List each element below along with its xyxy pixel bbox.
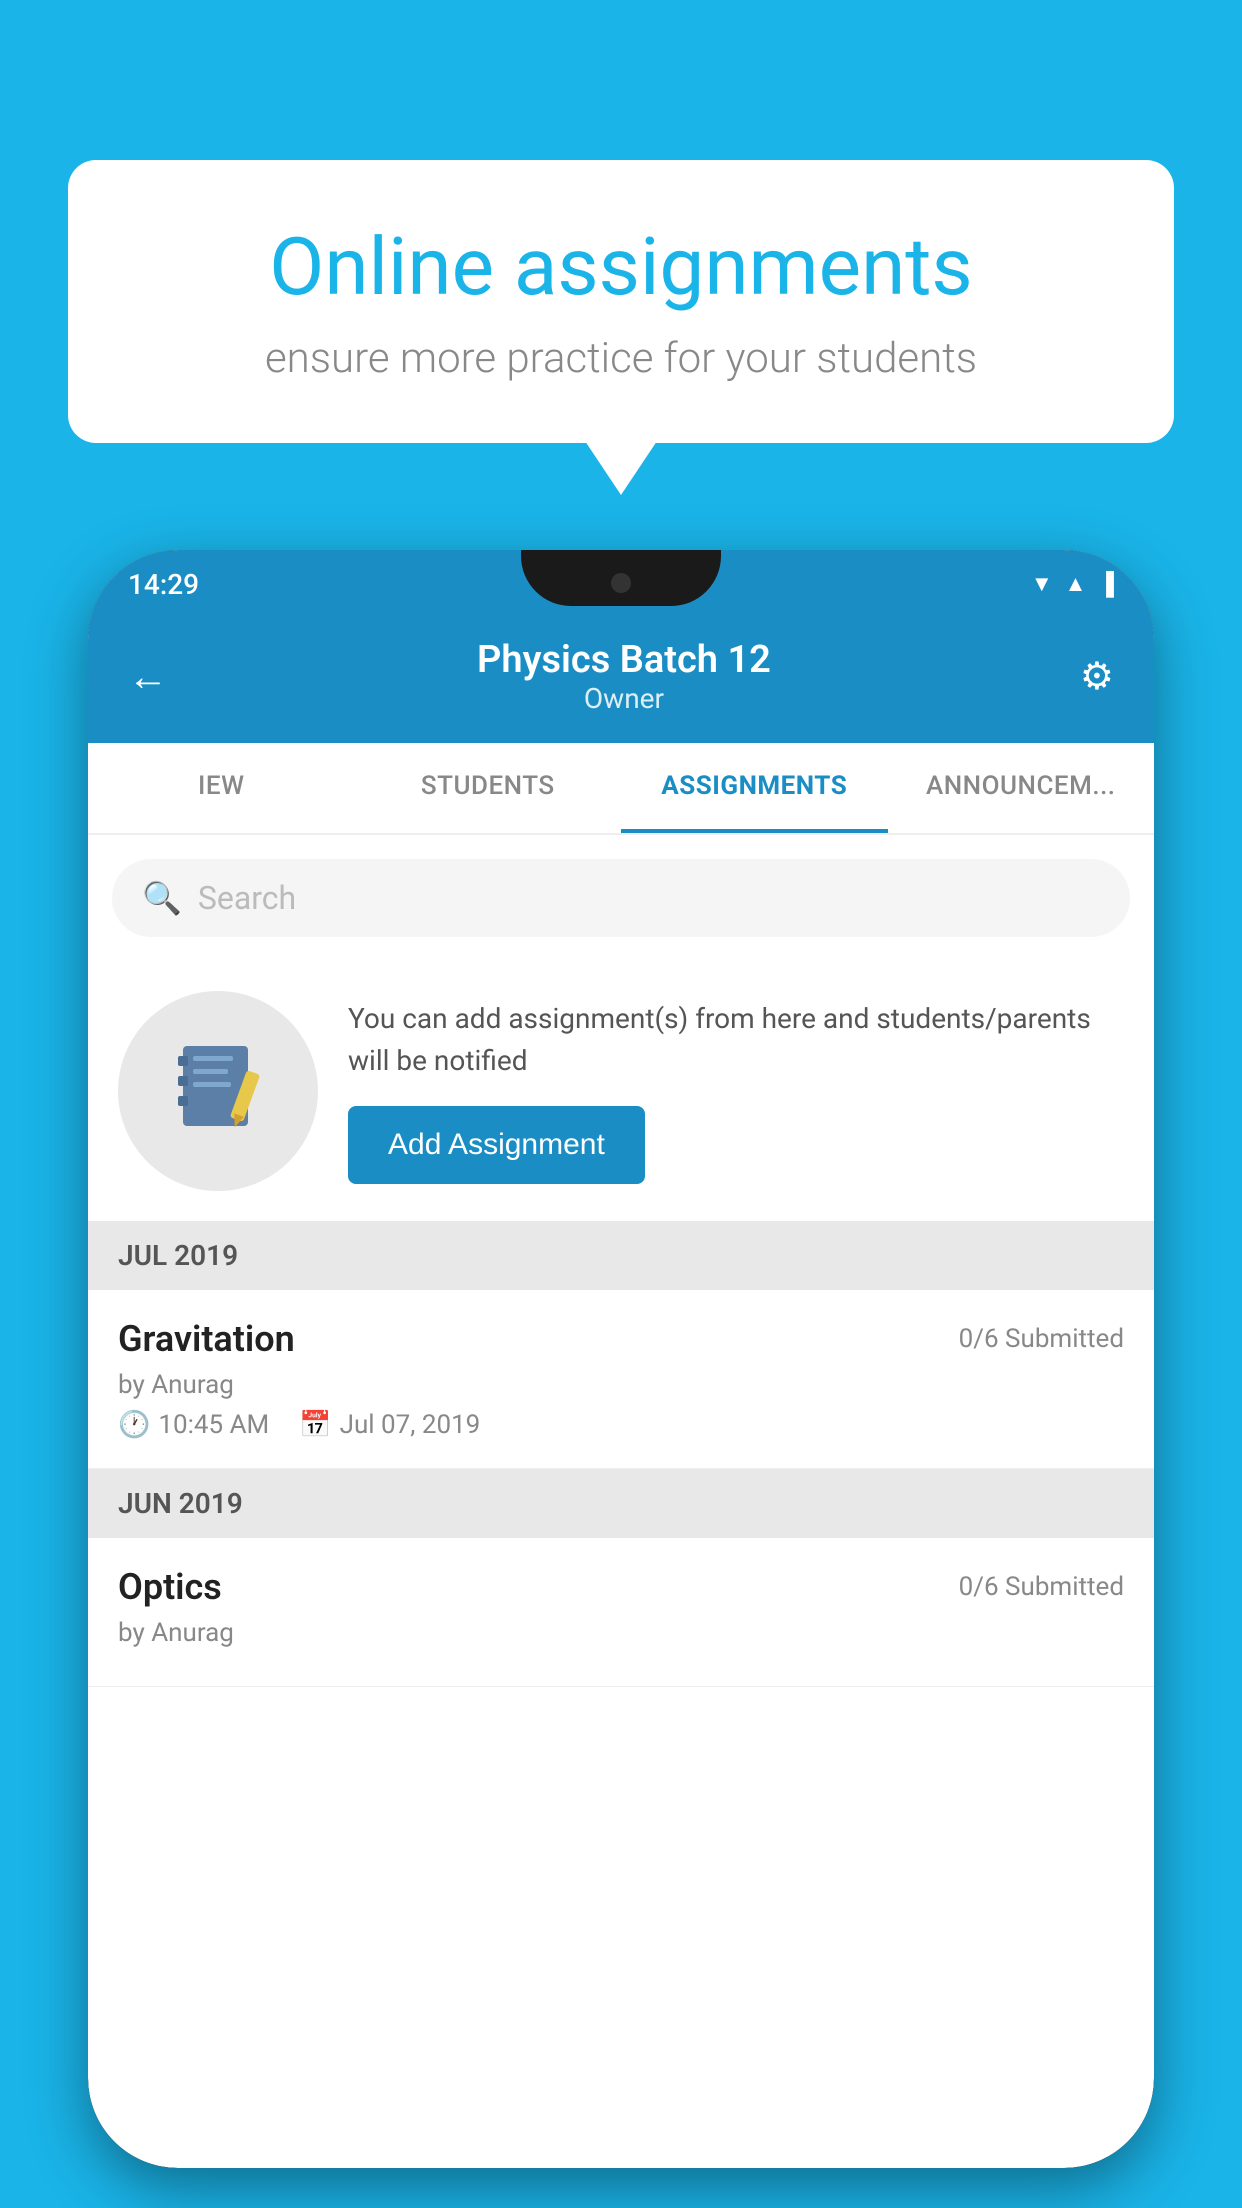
- header-subtitle: Owner: [477, 682, 771, 715]
- assignment-item-optics[interactable]: Optics 0/6 Submitted by Anurag: [88, 1538, 1154, 1687]
- search-bar[interactable]: 🔍 Search: [112, 859, 1130, 937]
- assignment-item-gravitation[interactable]: Gravitation 0/6 Submitted by Anurag 🕐 10…: [88, 1290, 1154, 1469]
- section-header-jun: JUN 2019: [88, 1469, 1154, 1538]
- camera: [611, 573, 631, 593]
- assignment-by: by Anurag: [118, 1370, 1124, 1400]
- assignment-name: Gravitation: [118, 1318, 295, 1360]
- notebook-svg-icon: [173, 1041, 263, 1141]
- back-button[interactable]: ←: [128, 653, 168, 700]
- battery-icon: ▐: [1098, 571, 1114, 597]
- promo-icon-wrap: [118, 991, 318, 1191]
- tab-announcements[interactable]: ANNOUNCEM...: [888, 743, 1155, 833]
- signal-icon: ▲: [1065, 571, 1087, 597]
- assignment-name-optics: Optics: [118, 1566, 222, 1608]
- app-header: ← Physics Batch 12 Owner ⚙: [88, 618, 1154, 743]
- clock-icon: 🕐: [118, 1410, 150, 1440]
- screen-body: 🔍 Search: [88, 835, 1154, 2168]
- section-header-jul: JUL 2019: [88, 1221, 1154, 1290]
- tab-iew[interactable]: IEW: [88, 743, 355, 833]
- header-center: Physics Batch 12 Owner: [477, 638, 771, 715]
- assignment-submitted: 0/6 Submitted: [959, 1324, 1124, 1354]
- status-bar: 14:29 ▼ ▲ ▐: [88, 550, 1154, 618]
- status-icons: ▼ ▲ ▐: [1031, 571, 1114, 597]
- add-assignment-button[interactable]: Add Assignment: [348, 1106, 645, 1184]
- assignment-by-optics: by Anurag: [118, 1618, 1124, 1648]
- calendar-icon: 📅: [299, 1410, 331, 1440]
- promo-description: You can add assignment(s) from here and …: [348, 998, 1124, 1082]
- promo-right: You can add assignment(s) from here and …: [348, 998, 1124, 1184]
- assignment-time: 🕐 10:45 AM: [118, 1410, 269, 1440]
- settings-button[interactable]: ⚙: [1080, 654, 1114, 699]
- wifi-icon: ▼: [1031, 571, 1053, 597]
- tabs-bar: IEW STUDENTS ASSIGNMENTS ANNOUNCEM...: [88, 743, 1154, 835]
- phone-frame: 14:29 ▼ ▲ ▐ ← Physics Batch 12: [88, 550, 1154, 2168]
- search-placeholder: Search: [198, 879, 296, 917]
- assignment-date: 📅 Jul 07, 2019: [299, 1410, 480, 1440]
- bubble-title: Online assignments: [138, 220, 1104, 314]
- speech-bubble: Online assignments ensure more practice …: [68, 160, 1174, 443]
- bubble-subtitle: ensure more practice for your students: [138, 334, 1104, 383]
- promo-section: You can add assignment(s) from here and …: [88, 961, 1154, 1221]
- status-time: 14:29: [128, 568, 199, 601]
- assignment-meta-row: 🕐 10:45 AM 📅 Jul 07, 2019: [118, 1410, 1124, 1440]
- search-icon: 🔍: [142, 879, 182, 917]
- assignment-row1: Gravitation 0/6 Submitted: [118, 1318, 1124, 1360]
- tab-assignments[interactable]: ASSIGNMENTS: [621, 743, 888, 833]
- notch: [521, 550, 721, 606]
- header-title: Physics Batch 12: [477, 638, 771, 682]
- assignment-submitted-optics: 0/6 Submitted: [959, 1572, 1124, 1602]
- tab-students[interactable]: STUDENTS: [355, 743, 622, 833]
- phone-screen: 14:29 ▼ ▲ ▐ ← Physics Batch 12: [88, 550, 1154, 2168]
- assignment-row1-optics: Optics 0/6 Submitted: [118, 1566, 1124, 1608]
